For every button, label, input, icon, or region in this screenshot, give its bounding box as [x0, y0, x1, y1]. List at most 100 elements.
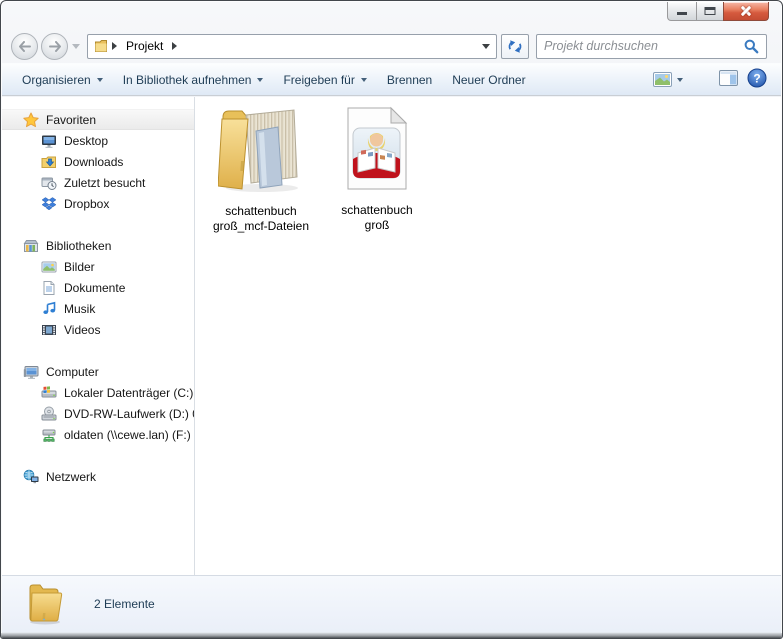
recent-icon [41, 175, 57, 191]
sidebar-item-bibliotheken[interactable]: Bibliotheken [2, 235, 194, 256]
preview-pane-button[interactable] [719, 70, 738, 89]
desktop-icon [41, 133, 57, 149]
file-tile-cewe[interactable]: schattenbuch groß [331, 101, 423, 234]
search-input[interactable] [544, 39, 744, 53]
breadcrumb-arrow-icon[interactable] [112, 42, 117, 50]
computer-icon [23, 364, 39, 380]
address-bar[interactable]: Projekt [87, 33, 497, 59]
network-drive-icon [41, 427, 57, 443]
sidebar-item-label: Bibliotheken [46, 238, 112, 253]
toolbar-button-label: Freigeben für [283, 72, 355, 87]
sidebar-item-lokaler-datentraeger-c[interactable]: Lokaler Datenträger (C:) [2, 382, 194, 403]
toolbar-button-in-bibliothek-aufnehmen[interactable]: In Bibliothek aufnehmen [113, 68, 274, 92]
sidebar-item-label: Lokaler Datenträger (C:) [64, 385, 194, 400]
help-icon: ? [747, 68, 767, 88]
search-box[interactable] [536, 33, 767, 59]
sidebar-item-label: Musik [64, 301, 96, 316]
sidebar-item-label: Zuletzt besucht [64, 175, 146, 190]
toolbar-button-label: Organisieren [22, 72, 91, 87]
back-arrow-icon [18, 40, 31, 52]
command-toolbar: Organisieren In Bibliothek aufnehmen Fre… [2, 63, 781, 96]
search-icon[interactable] [744, 39, 759, 54]
chevron-down-icon [257, 77, 264, 82]
sidebar-item-dokumente[interactable]: Dokumente [2, 277, 194, 298]
toolbar-button-label: Brennen [386, 72, 433, 87]
views-icon [653, 72, 672, 87]
chevron-down-icon [360, 77, 367, 82]
sidebar-item-label: Computer [46, 364, 99, 379]
star-icon [23, 112, 39, 128]
sidebar-item-label: Bilder [64, 259, 95, 274]
views-button[interactable] [649, 69, 687, 90]
maximize-button[interactable] [696, 2, 724, 21]
refresh-icon [508, 39, 522, 53]
breadcrumb-segment-projekt[interactable]: Projekt [119, 36, 170, 56]
network-icon [23, 469, 39, 485]
window-controls [667, 2, 769, 21]
folder-icon [24, 580, 64, 629]
documents-icon [41, 280, 57, 296]
pictures-icon [41, 259, 57, 275]
toolbar-button-organisieren[interactable]: Organisieren [12, 68, 113, 92]
sidebar-item-bilder[interactable]: Bilder [2, 256, 194, 277]
minimize-button[interactable] [667, 2, 697, 21]
sidebar-item-label: Desktop [64, 133, 109, 148]
file-name-label: schattenbuch groß [341, 202, 413, 233]
refresh-button[interactable] [501, 33, 529, 59]
preview-pane-icon [719, 70, 738, 86]
sidebar-item-computer[interactable]: Computer [2, 361, 194, 382]
dvd-icon [41, 406, 57, 422]
details-pane: 2 Elemente [2, 575, 781, 632]
videos-icon [41, 322, 57, 338]
navigation-bar: Projekt [2, 29, 781, 63]
sidebar-item-zuletzt-besucht[interactable]: Zuletzt besucht [2, 172, 194, 193]
open-folder-icon [217, 101, 304, 198]
item-count-label: 2 Elemente [94, 597, 155, 611]
sidebar-item-downloads[interactable]: Downloads [2, 151, 194, 172]
navigation-pane: Favoriten Desktop Downloads Zuletzt besu… [2, 97, 195, 575]
close-icon [740, 5, 752, 17]
forward-arrow-icon [48, 40, 61, 52]
file-name-label: schattenbuch groß_mcf-Dateien [212, 203, 310, 234]
back-button[interactable] [11, 32, 38, 60]
sidebar-section-gap [2, 445, 194, 466]
music-icon [41, 301, 57, 317]
folder-icon [94, 38, 110, 54]
sidebar-item-label: Videos [64, 322, 101, 337]
sidebar-item-label: Favoriten [46, 112, 97, 127]
toolbar-button-label: Neuer Ordner [452, 72, 526, 87]
sidebar-item-oldaten-f[interactable]: oldaten (\\cewe.lan) (F:) [2, 424, 194, 445]
sidebar-section-gap [2, 340, 194, 361]
recent-pages-chevron-icon[interactable] [72, 43, 80, 49]
content-area: Favoriten Desktop Downloads Zuletzt besu… [2, 97, 781, 575]
toolbar-button-freigeben-fuer[interactable]: Freigeben für [273, 68, 376, 92]
help-button[interactable]: ? [747, 68, 767, 91]
sidebar-item-favoriten[interactable]: Favoriten [2, 109, 194, 130]
sidebar-item-dropbox[interactable]: Dropbox [2, 193, 194, 214]
sidebar-item-videos[interactable]: Videos [2, 319, 194, 340]
toolbar-button-label: In Bibliothek aufnehmen [122, 72, 252, 87]
forward-button[interactable] [41, 32, 68, 60]
sidebar-item-netzwerk[interactable]: Netzwerk [2, 466, 194, 487]
sidebar-item-dvd-rw-laufwerk-d[interactable]: DVD-RW-Laufwerk (D:) 08 [2, 403, 194, 424]
sidebar-item-musik[interactable]: Musik [2, 298, 194, 319]
sidebar-item-desktop[interactable]: Desktop [2, 130, 194, 151]
libraries-icon [23, 238, 39, 254]
close-button[interactable] [723, 2, 769, 21]
sidebar-item-label: Netzwerk [46, 469, 97, 484]
file-list-area[interactable]: schattenbuch groß_mcf-Dateien schattenbu… [195, 97, 781, 575]
photobook-file-icon [344, 106, 410, 197]
chevron-down-icon [677, 77, 683, 82]
minimize-icon [677, 12, 687, 15]
chevron-down-icon [96, 77, 103, 82]
file-tile-folder[interactable]: schattenbuch groß_mcf-Dateien [209, 101, 313, 235]
toolbar-button-brennen[interactable]: Brennen [377, 68, 442, 92]
sidebar-item-label: DVD-RW-Laufwerk (D:) 08 [64, 406, 195, 421]
breadcrumb-arrow-icon[interactable] [172, 42, 178, 50]
sidebar-item-label: Downloads [64, 154, 124, 169]
address-dropdown-icon[interactable] [482, 43, 490, 49]
toolbar-right-icons: ? [649, 68, 771, 91]
titlebar[interactable] [1, 1, 782, 29]
downloads-icon [41, 154, 57, 170]
toolbar-button-neuer-ordner[interactable]: Neuer Ordner [442, 68, 535, 92]
